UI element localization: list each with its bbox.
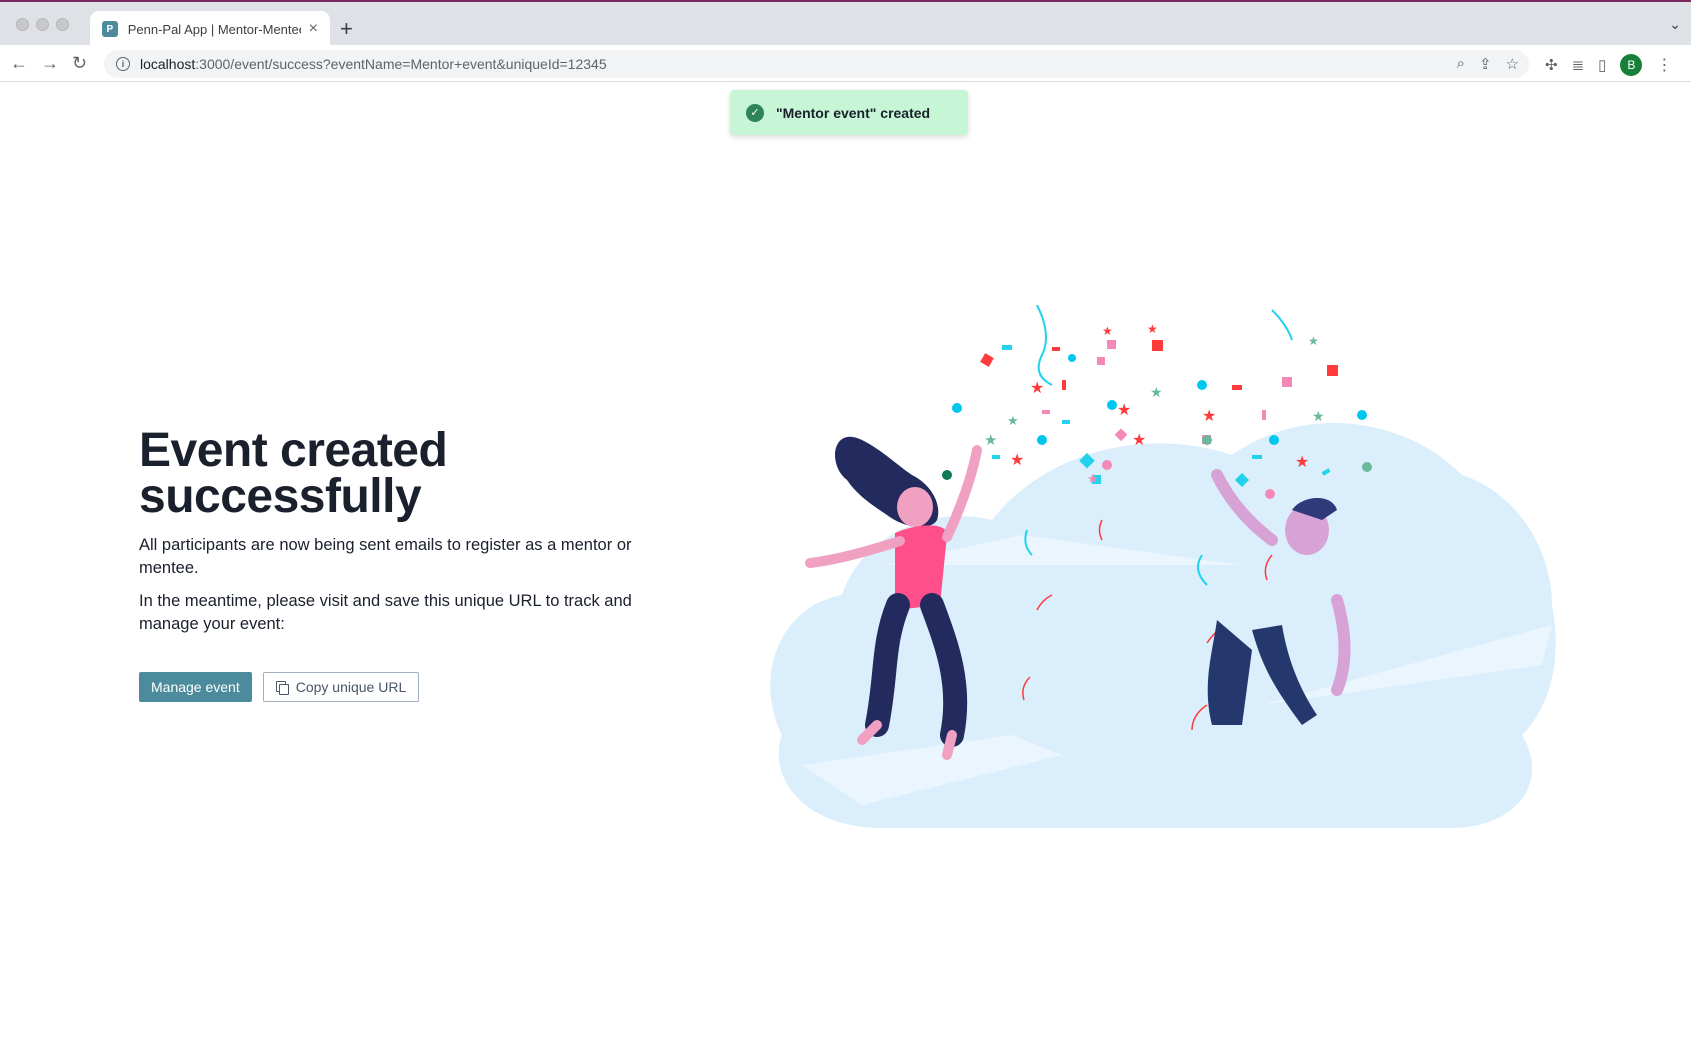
copy-url-label: Copy unique URL <box>295 679 407 695</box>
reload-icon[interactable]: ↻ <box>72 53 87 73</box>
menu-icon[interactable]: ⋮ <box>1656 55 1672 75</box>
address-bar[interactable]: i localhost:3000/event/success?eventName… <box>104 50 1529 78</box>
tab-title: Penn-Pal App | Mentor-Mentee <box>127 21 301 37</box>
svg-text:★: ★ <box>1030 380 1044 397</box>
tab-search-icon[interactable]: ⌄ <box>1669 16 1681 33</box>
svg-text:★: ★ <box>1308 334 1319 348</box>
url-instructions: In the meantime, please visit and save t… <box>139 592 632 633</box>
zoom-icon[interactable]: ⌕ <box>1457 55 1465 73</box>
extension-icon[interactable]: ✣ <box>1545 56 1558 74</box>
favicon-icon: P <box>102 21 118 37</box>
svg-text:★: ★ <box>1295 454 1309 471</box>
toast-message: "Mentor event" created <box>776 104 931 121</box>
media-icon[interactable]: ≣ <box>1572 56 1585 74</box>
window-zoom-dot[interactable] <box>56 18 69 31</box>
svg-text:★: ★ <box>1117 402 1131 419</box>
extension-area: ✣ ≣ ▯ B ⋮ <box>1545 54 1672 76</box>
participants-message: All participants are now being sent emai… <box>139 536 632 577</box>
svg-text:★: ★ <box>1132 432 1146 449</box>
share-icon[interactable]: ⇪ <box>1479 55 1492 73</box>
tab-close-icon[interactable]: × <box>309 20 318 38</box>
title-line-2: successfully <box>139 470 422 523</box>
celebration-illustration: ★ ★ ★ ★ ★ ★ ★ ★ ★ ★ ★ ★ ★ ★ ★ <box>770 305 1556 828</box>
profile-avatar[interactable]: B <box>1620 54 1643 76</box>
window-close-dot[interactable] <box>16 18 29 31</box>
browser-toolbar: ← → ↻ i localhost:3000/event/success?eve… <box>0 45 1691 82</box>
svg-text:★: ★ <box>1102 324 1113 338</box>
svg-text:★: ★ <box>1312 408 1325 424</box>
success-toast: ✓ "Mentor event" created <box>730 90 968 135</box>
check-circle-icon: ✓ <box>746 103 764 122</box>
browser-titlebar: P Penn-Pal App | Mentor-Mentee × + ⌄ <box>0 0 1691 47</box>
svg-text:★: ★ <box>1147 322 1158 336</box>
svg-text:★: ★ <box>1202 408 1216 425</box>
manage-event-button[interactable]: Manage event <box>139 672 252 702</box>
info-icon[interactable]: i <box>116 57 130 71</box>
new-tab-button[interactable]: + <box>340 16 353 42</box>
action-buttons: Manage event Copy unique URL <box>139 672 669 702</box>
success-panel: Event created successfully All participa… <box>139 427 669 702</box>
copy-icon <box>275 680 289 695</box>
copy-url-button[interactable]: Copy unique URL <box>262 672 420 702</box>
window-minimize-dot[interactable] <box>36 18 49 31</box>
browser-tab-active[interactable]: P Penn-Pal App | Mentor-Mentee × <box>90 11 330 47</box>
back-icon[interactable]: ← <box>10 53 28 73</box>
svg-text:★: ★ <box>1150 384 1163 400</box>
star-icon[interactable]: ☆ <box>1506 55 1519 73</box>
url-text[interactable]: localhost:3000/event/success?eventName=M… <box>140 56 607 72</box>
forward-icon[interactable]: → <box>41 53 59 73</box>
svg-text:★: ★ <box>1010 452 1024 469</box>
page-title: Event created successfully <box>139 427 669 523</box>
omnibox-actions: ⌕ ⇪ ☆ <box>1457 55 1519 73</box>
svg-text:★: ★ <box>1007 413 1019 428</box>
svg-text:★: ★ <box>1087 471 1099 486</box>
sidepanel-icon[interactable]: ▯ <box>1598 56 1606 74</box>
svg-text:★: ★ <box>984 432 997 449</box>
